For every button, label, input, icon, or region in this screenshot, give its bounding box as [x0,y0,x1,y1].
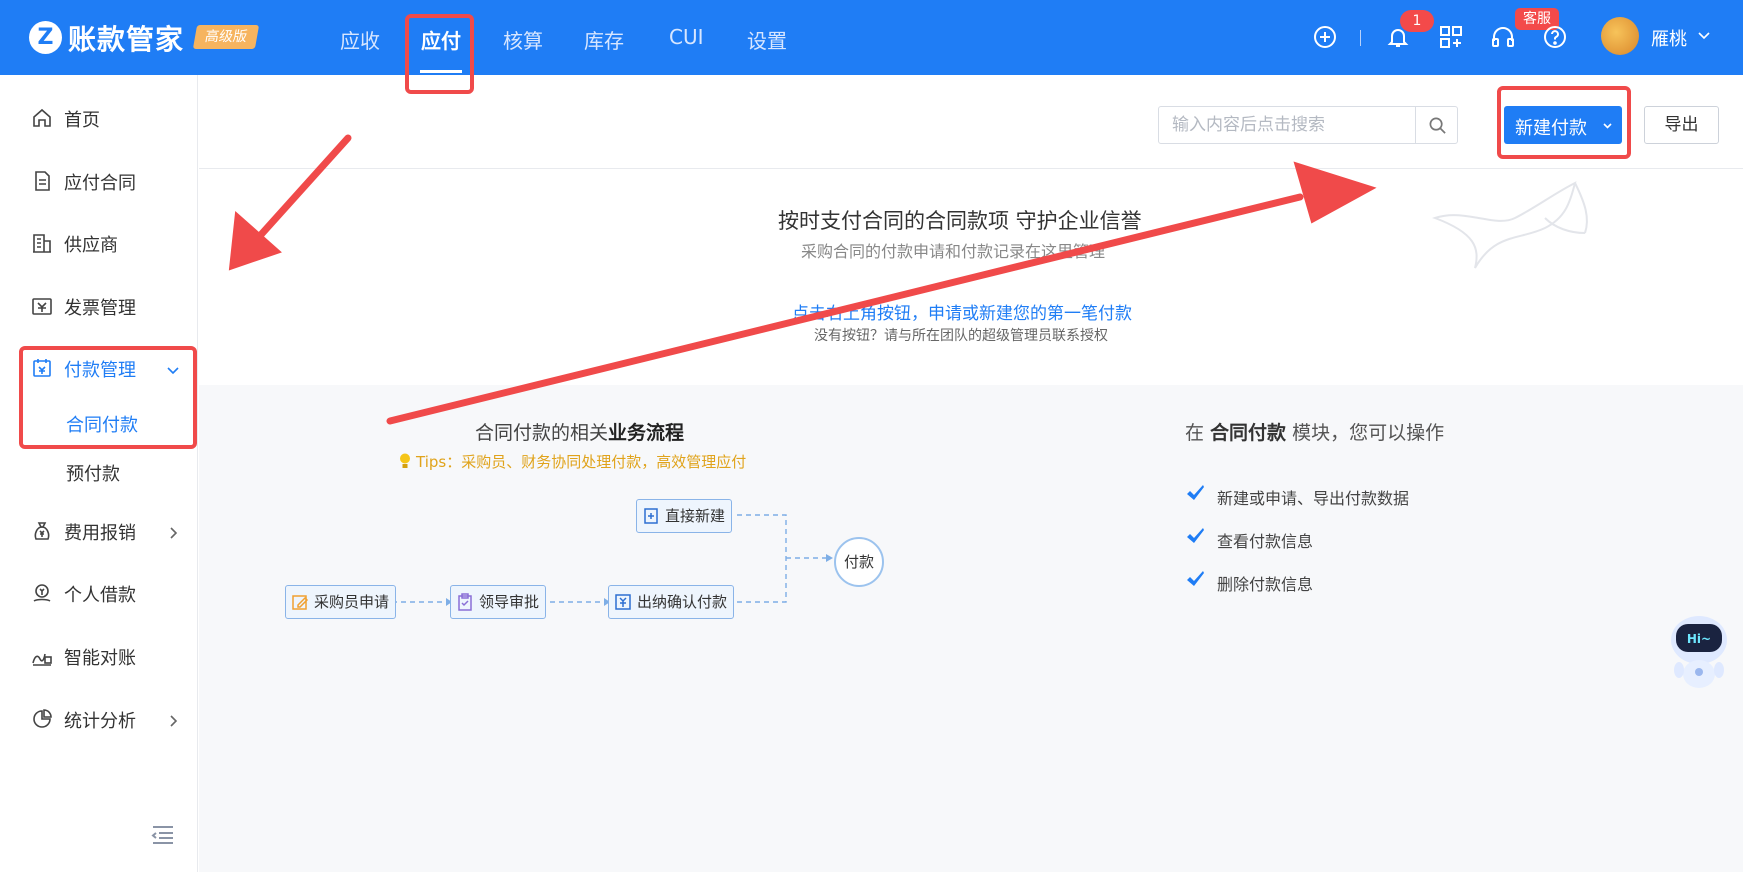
headset-icon[interactable] [1490,24,1516,50]
chevron-down-icon[interactable] [1697,27,1711,41]
home-icon [31,107,53,129]
apps-grid-icon[interactable] [1438,24,1464,50]
search-button[interactable] [1415,107,1458,143]
help-icon[interactable] [1542,24,1568,50]
chevron-down-icon [1603,123,1612,129]
sidebar-item-expense[interactable]: 费用报销 [0,511,198,551]
assistant-robot-icon[interactable]: Hi~ [1667,610,1731,690]
add-circle-icon[interactable] [1312,24,1338,50]
chevron-down-icon [166,361,180,375]
paper-plane-illustration [1432,181,1588,269]
reconcile-icon [31,645,53,667]
flow-tips: Tips：采购员、财务协同处理付款，高效管理应付 [398,451,746,472]
check-icon [1187,528,1204,543]
app-name: 账款管家 [68,23,185,56]
sidebar-item-label: 发票管理 [64,298,136,319]
pie-chart-icon [31,708,53,730]
sidebar-subitem-contract-payment[interactable]: 合同付款 [66,411,138,437]
notification-count-badge: 1 [1400,10,1434,32]
collapse-menu-icon[interactable] [150,823,176,847]
nav-cui[interactable]: CUI [669,25,704,49]
sidebar-item-label: 统计分析 [64,711,136,732]
assistant-greeting: Hi~ [1687,632,1711,646]
flow-node-apply: 采购员申请 [285,585,397,619]
flow-node-confirm: 出纳确认付款 [608,585,735,619]
nav-receivable[interactable]: 应收 [340,25,380,54]
sidebar-item-label: 费用报销 [64,523,136,544]
sidebar-item-home[interactable]: 首页 [0,98,198,138]
empty-state-subtitle: 采购合同的付款申请和付款记录在这里管理 [801,242,1106,261]
nav-accounting[interactable]: 核算 [503,25,543,54]
nav-settings[interactable]: 设置 [747,25,787,54]
search-icon [1429,117,1446,134]
new-payment-label: 新建付款 [1515,118,1587,139]
nav-payable[interactable]: 应付 [421,25,461,54]
user-name[interactable]: 雁桃 [1651,25,1687,51]
nav-active-indicator [420,70,462,73]
header-divider [1360,30,1361,46]
edition-badge: 高级版 [192,25,260,49]
payment-calendar-icon [31,357,53,379]
nav-inventory[interactable]: 库存 [584,25,624,54]
document-icon [31,170,53,192]
lightbulb-icon [400,453,410,468]
loan-icon [31,582,53,604]
sidebar-item-label: 供应商 [64,235,118,256]
flow-node-approve: 领导审批 [450,585,547,619]
chevron-right-icon [166,524,180,539]
empty-state-note: 没有按钮？请与所在团队的超级管理员联系授权 [814,328,1108,344]
sidebar-item-personal-loan[interactable]: 个人借款 [0,573,198,613]
top-navigation-bar: Z 账款管家 高级版 应收 应付 核算 库存 CUI 设置 1 客服 雁桃 [0,0,1743,75]
sidebar-item-label: 智能对账 [64,648,136,669]
check-icon [1187,485,1204,500]
sidebar-item-label: 个人借款 [64,585,136,606]
add-document-icon [644,508,658,524]
export-button[interactable]: 导出 [1644,106,1719,144]
sidebar-item-label: 付款管理 [64,360,136,381]
building-icon [31,232,53,254]
flow-node-direct-create: 直接新建 [636,499,733,533]
clipboard-check-icon [458,593,472,611]
check-icon [1187,571,1204,586]
sidebar-item-payment-management[interactable]: 付款管理 [0,348,198,388]
empty-state-link[interactable]: 点击右上角按钮，申请或新建您的第一笔付款 [792,299,1132,324]
chevron-right-icon [166,712,180,727]
flow-title: 合同付款的相关业务流程 [475,422,685,444]
cashier-icon [615,594,631,610]
ops-title: 在 合同付款 模块，您可以操作 [1185,422,1445,444]
money-bag-icon [31,520,53,542]
sidebar-item-supplier[interactable]: 供应商 [0,223,198,263]
flow-node-payment: 付款 [834,537,884,587]
sidebar-item-statistics[interactable]: 统计分析 [0,699,198,739]
search-box [1158,106,1458,144]
sidebar-item-invoice[interactable]: 发票管理 [0,286,198,326]
avatar[interactable] [1601,17,1639,55]
empty-state-title: 按时支付合同的合同款项 守护企业信誉 [778,209,1142,233]
sidebar-item-label: 首页 [64,110,100,131]
new-payment-button[interactable]: 新建付款 [1504,106,1622,144]
logo-icon: Z [29,21,62,54]
sidebar-item-label: 应付合同 [64,173,136,194]
sidebar-subitem-prepayment[interactable]: 预付款 [66,460,120,486]
edit-icon [292,595,309,610]
sidebar-item-reconcile[interactable]: 智能对账 [0,636,198,676]
invoice-icon [31,295,53,317]
sidebar-item-payable-contract[interactable]: 应付合同 [0,161,198,201]
search-input[interactable] [1159,107,1415,143]
